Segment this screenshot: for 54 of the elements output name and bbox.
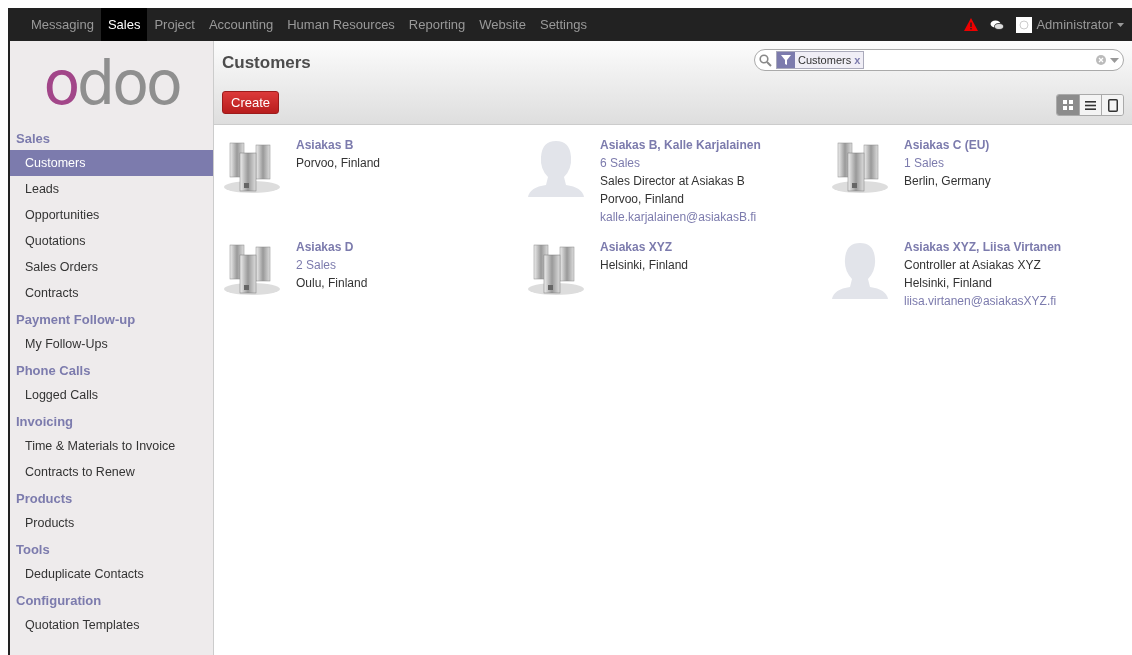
sidebar-heading: Phone Calls <box>15 362 92 380</box>
remove-facet[interactable]: x <box>854 54 864 66</box>
card-link[interactable]: 1 Sales <box>904 155 991 171</box>
customer-name[interactable]: Asiakas C (EU) <box>904 137 991 153</box>
sidebar-item[interactable]: Deduplicate Contacts <box>10 561 213 587</box>
sidebar-item[interactable]: My Follow-Ups <box>10 331 213 357</box>
menu-tab[interactable]: Reporting <box>401 8 473 41</box>
sidebar-heading: Products <box>15 490 74 508</box>
sidebar-heading: Tools <box>15 541 51 559</box>
card-detail: Berlin, Germany <box>904 173 991 189</box>
create-button[interactable]: Create <box>222 91 280 114</box>
card-detail: Porvoo, Finland <box>296 155 381 171</box>
facet-label: Customers <box>797 54 853 66</box>
card-link[interactable]: 6 Sales <box>600 155 761 171</box>
card-detail: Controller at Asiakas XYZ <box>904 257 1042 273</box>
sidebar-heading: Sales <box>15 130 51 148</box>
sidebar-item[interactable]: Quotation Templates <box>10 612 213 638</box>
sidebar-item[interactable]: Opportunities <box>10 202 213 228</box>
menu-tab[interactable]: Accounting <box>201 8 281 41</box>
card-detail: Helsinki, Finland <box>600 257 689 273</box>
customer-name[interactable]: Asiakas XYZ, Liisa Virtanen <box>904 239 1062 255</box>
sidebar-item[interactable]: Contracts <box>10 280 213 306</box>
menu-tab[interactable]: Messaging <box>24 8 101 41</box>
card-link[interactable]: liisa.virtanen@asiakasXYZ.fi <box>904 293 1062 309</box>
sidebar-item[interactable]: Contracts to Renew <box>10 459 213 485</box>
card-link[interactable]: kalle.karjalainen@asiakasB.fi <box>600 209 761 225</box>
customer-name[interactable]: Asiakas XYZ <box>600 239 689 255</box>
menu-tab[interactable]: Sales <box>100 8 148 41</box>
menu-tab[interactable]: Website <box>472 8 533 41</box>
sidebar-item[interactable]: Logged Calls <box>10 382 213 408</box>
menu-tab[interactable]: Settings <box>532 8 594 41</box>
customer-name[interactable]: Asiakas D <box>296 239 368 255</box>
user-menu[interactable]: Administrator <box>1016 16 1124 33</box>
card-detail: Helsinki, Finland <box>904 275 994 291</box>
card-link[interactable]: 2 Sales <box>296 257 368 273</box>
sidebar-item[interactable]: Sales Orders <box>10 254 213 280</box>
sidebar-heading: Payment Follow-up <box>15 311 137 329</box>
card-detail: Porvoo, Finland <box>600 191 686 207</box>
card-detail: Sales Director at Asiakas B <box>600 173 746 189</box>
sidebar-item[interactable]: Customers <box>10 150 213 176</box>
card-detail: Oulu, Finland <box>296 275 368 291</box>
sidebar-item[interactable]: Products <box>10 510 213 536</box>
odoo-logo: odoo <box>42 47 181 120</box>
customer-name[interactable]: Asiakas B <box>296 137 381 153</box>
page-title: Customers <box>222 53 311 73</box>
search-field[interactable]: Customers x <box>754 49 1124 71</box>
sidebar-item[interactable]: Time & Materials to Invoice <box>10 433 213 459</box>
sidebar-heading: Configuration <box>15 592 103 610</box>
sidebar-item[interactable]: Leads <box>10 176 213 202</box>
menu-tab[interactable]: Human Resources <box>280 8 402 41</box>
sidebar-item[interactable]: Quotations <box>10 228 213 254</box>
menu-tab[interactable]: Project <box>147 8 202 41</box>
customer-name[interactable]: Asiakas B, Kalle Karjalainen <box>600 137 761 153</box>
sidebar-heading: Invoicing <box>15 413 75 431</box>
